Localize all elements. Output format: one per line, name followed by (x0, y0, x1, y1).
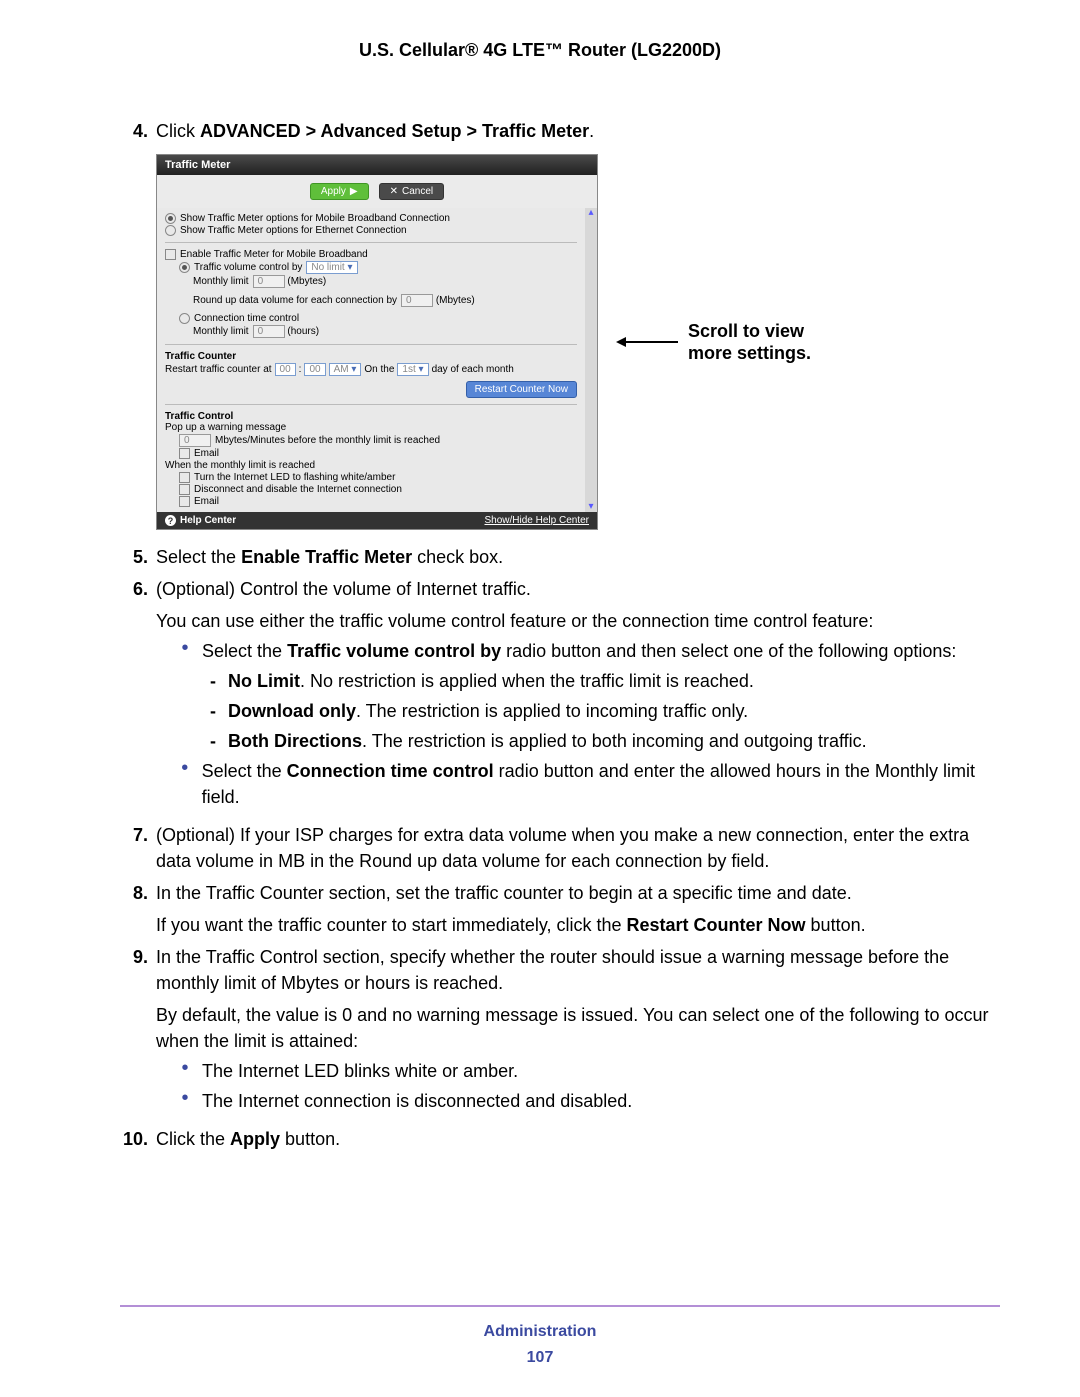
step-6-text: (Optional) Control the volume of Interne… (156, 576, 1000, 602)
step-9-number: 9. (120, 944, 148, 970)
radio-volume-control[interactable] (179, 262, 190, 273)
volume-control-select[interactable]: No limit (306, 261, 357, 274)
dash-2: Download only. The restriction is applie… (228, 698, 748, 724)
apply-button[interactable]: Apply▶ (310, 183, 369, 200)
dayof-label: day of each month (432, 364, 514, 375)
disconnect-checkbox[interactable] (179, 484, 190, 495)
help-center-label: Help Center (180, 515, 236, 526)
popup-before-label: Mbytes/Minutes before the monthly limit … (215, 435, 440, 446)
email-limit-checkbox[interactable] (179, 496, 190, 507)
radio-volume-control-label: Traffic volume control by (194, 262, 302, 273)
bullet-icon: • (176, 1058, 194, 1078)
footer-page-number: 107 (0, 1349, 1080, 1367)
dash-icon: - (206, 698, 220, 724)
step-8-desc: If you want the traffic counter to start… (156, 912, 1000, 938)
radio-ethernet[interactable] (165, 225, 176, 236)
traffic-counter-header: Traffic Counter (165, 351, 577, 362)
radio-time-control[interactable] (179, 313, 190, 324)
disconnect-label: Disconnect and disable the Internet conn… (194, 484, 402, 495)
arrow-icon (618, 341, 678, 343)
dash-3: Both Directions. The restriction is appl… (228, 728, 867, 754)
monthly-limit-hours-input[interactable]: 0 (253, 325, 285, 338)
restart-label: Restart traffic counter at (165, 364, 272, 375)
bullet-9b: The Internet connection is disconnected … (202, 1088, 632, 1114)
bullet-2: Select the Connection time control radio… (202, 758, 1000, 810)
restart-day-select[interactable]: 1st (397, 363, 428, 376)
footer-rule (120, 1305, 1000, 1307)
step-6-number: 6. (120, 576, 148, 602)
step-8-text: In the Traffic Counter section, set the … (156, 880, 1000, 906)
led-flash-label: Turn the Internet LED to flashing white/… (194, 472, 395, 483)
scroll-down-icon[interactable]: ▾ (588, 502, 593, 512)
dash-1: No Limit. No restriction is applied when… (228, 668, 754, 694)
bullet-icon: • (176, 1088, 194, 1108)
dash-icon: - (206, 668, 220, 694)
restart-min-input[interactable]: 00 (304, 363, 325, 376)
restart-hour-input[interactable]: 00 (275, 363, 296, 376)
bullet-9a: The Internet LED blinks white or amber. (202, 1058, 518, 1084)
monthly-limit-hours-label: Monthly limit (193, 326, 249, 337)
step-5-number: 5. (120, 544, 148, 570)
step-4-number: 4. (120, 118, 148, 144)
step-4-text: Click ADVANCED > Advanced Setup > Traffi… (156, 118, 1000, 144)
when-limit-label: When the monthly limit is reached (165, 460, 577, 471)
restart-counter-button[interactable]: Restart Counter Now (466, 381, 577, 398)
footer-section: Administration (0, 1323, 1080, 1341)
step-10-number: 10. (120, 1126, 148, 1152)
email-warning-checkbox[interactable] (179, 448, 190, 459)
popup-value-input[interactable]: 0 (179, 434, 211, 447)
popup-warning-label: Pop up a warning message (165, 422, 577, 433)
email-warning-label: Email (194, 448, 219, 459)
radio-ethernet-label: Show Traffic Meter options for Ethernet … (180, 225, 407, 236)
step-10-text: Click the Apply button. (156, 1126, 1000, 1152)
scroll-up-icon[interactable]: ▴ (588, 208, 593, 218)
roundup-label: Round up data volume for each connection… (193, 295, 397, 306)
callout-text: Scroll to view more settings. (688, 320, 848, 364)
play-icon: ▶ (350, 186, 358, 197)
radio-mobile-broadband-label: Show Traffic Meter options for Mobile Br… (180, 213, 450, 224)
dash-icon: - (206, 728, 220, 754)
step-8-number: 8. (120, 880, 148, 906)
step-6-desc: You can use either the traffic volume co… (156, 608, 1000, 634)
enable-traffic-meter-label: Enable Traffic Meter for Mobile Broadban… (180, 249, 368, 260)
step-7-number: 7. (120, 822, 148, 848)
radio-mobile-broadband[interactable] (165, 213, 176, 224)
help-icon: ? (165, 515, 176, 526)
close-icon: ✕ (390, 186, 398, 197)
email-limit-label: Email (194, 496, 219, 507)
mbytes-label-2: (Mbytes) (436, 295, 475, 306)
led-flash-checkbox[interactable] (179, 472, 190, 483)
onthe-label: On the (364, 364, 394, 375)
restart-ampm-select[interactable]: AM (329, 363, 362, 376)
cancel-button[interactable]: ✕Cancel (379, 183, 445, 200)
router-screenshot: Traffic Meter Apply▶ ✕Cancel Show Traffi… (156, 154, 1000, 530)
enable-traffic-meter-checkbox[interactable] (165, 249, 176, 260)
page-title: U.S. Cellular® 4G LTE™ Router (LG2200D) (0, 40, 1080, 61)
mbytes-label: (Mbytes) (287, 276, 326, 287)
monthly-limit-input[interactable]: 0 (253, 275, 285, 288)
traffic-control-header: Traffic Control (165, 411, 577, 422)
monthly-limit-label: Monthly limit (193, 276, 249, 287)
step-9-desc: By default, the value is 0 and no warnin… (156, 1002, 1000, 1054)
panel-title: Traffic Meter (157, 155, 597, 175)
roundup-input[interactable]: 0 (401, 294, 433, 307)
bullet-icon: • (176, 638, 194, 658)
step-9-text: In the Traffic Control section, specify … (156, 944, 1000, 996)
bullet-1: Select the Traffic volume control by rad… (202, 638, 956, 664)
step-5-text: Select the Enable Traffic Meter check bo… (156, 544, 1000, 570)
scrollbar[interactable]: ▴ ▾ (585, 208, 597, 512)
step-7-text: (Optional) If your ISP charges for extra… (156, 822, 1000, 874)
bullet-icon: • (176, 758, 194, 778)
hours-label: (hours) (287, 326, 319, 337)
radio-time-control-label: Connection time control (194, 313, 299, 324)
show-hide-help-link[interactable]: Show/Hide Help Center (485, 515, 590, 526)
